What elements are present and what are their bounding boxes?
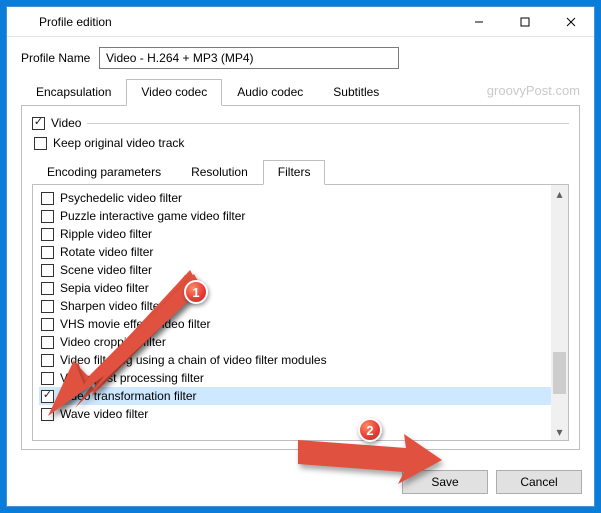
filter-checkbox[interactable]: [41, 210, 54, 223]
filter-checkbox[interactable]: [41, 192, 54, 205]
tab-subtitles[interactable]: Subtitles: [318, 79, 394, 106]
filter-checkbox[interactable]: [41, 354, 54, 367]
scrollbar[interactable]: ▴ ▾: [551, 185, 568, 440]
list-item[interactable]: Psychedelic video filter: [39, 189, 551, 207]
scroll-track[interactable]: [551, 202, 568, 423]
tab-video-codec[interactable]: Video codec: [126, 79, 222, 106]
cancel-button[interactable]: Cancel: [496, 470, 582, 494]
filter-checkbox[interactable]: [41, 228, 54, 241]
divider: [87, 123, 569, 124]
filter-label: Scene video filter: [60, 263, 152, 277]
filters-box: Psychedelic video filter Puzzle interact…: [32, 185, 569, 441]
content-area: Profile Name groovyPost.com Encapsulatio…: [7, 37, 594, 460]
keep-original-checkbox[interactable]: [34, 137, 47, 150]
list-item[interactable]: Video cropping filter: [39, 333, 551, 351]
window: Profile edition Profile Name groovyPost.…: [6, 6, 595, 507]
filter-label: Sepia video filter: [60, 281, 149, 295]
filters-list: Psychedelic video filter Puzzle interact…: [33, 185, 551, 440]
sub-tab-encoding[interactable]: Encoding parameters: [32, 160, 176, 185]
sub-tabs: Encoding parameters Resolution Filters: [32, 160, 569, 185]
keep-original-row: Keep original video track: [32, 136, 569, 150]
filter-checkbox[interactable]: [41, 372, 54, 385]
sub-tab-resolution[interactable]: Resolution: [176, 160, 263, 185]
video-codec-panel: Video Keep original video track Encoding…: [21, 106, 580, 450]
filter-label: Psychedelic video filter: [60, 191, 182, 205]
footer: Save Cancel: [7, 460, 594, 506]
filter-label: Puzzle interactive game video filter: [60, 209, 245, 223]
close-button[interactable]: [548, 7, 594, 37]
filter-label: Sharpen video filter: [60, 299, 163, 313]
filter-label: Wave video filter: [60, 407, 148, 421]
filter-checkbox[interactable]: [41, 390, 54, 403]
scroll-thumb[interactable]: [553, 352, 566, 394]
filter-checkbox[interactable]: [41, 300, 54, 313]
list-item[interactable]: Puzzle interactive game video filter: [39, 207, 551, 225]
vlc-cone-icon: [15, 14, 31, 30]
minimize-icon: [474, 17, 484, 27]
filter-checkbox[interactable]: [41, 336, 54, 349]
list-item[interactable]: Sepia video filter: [39, 279, 551, 297]
save-button[interactable]: Save: [402, 470, 488, 494]
list-item[interactable]: Sharpen video filter: [39, 297, 551, 315]
filter-checkbox[interactable]: [41, 318, 54, 331]
sub-tab-filters[interactable]: Filters: [263, 160, 326, 185]
filter-label: Video filtering using a chain of video f…: [60, 353, 327, 367]
video-label: Video: [51, 116, 81, 130]
window-controls: [456, 7, 594, 36]
list-item[interactable]: Rotate video filter: [39, 243, 551, 261]
list-item[interactable]: Video filtering using a chain of video f…: [39, 351, 551, 369]
filter-label: VHS movie effect video filter: [60, 317, 211, 331]
close-icon: [566, 17, 576, 27]
filter-label: Rotate video filter: [60, 245, 153, 259]
profile-name-row: Profile Name: [21, 47, 580, 69]
filter-checkbox[interactable]: [41, 408, 54, 421]
list-item[interactable]: Video post processing filter: [39, 369, 551, 387]
maximize-icon: [520, 17, 530, 27]
list-item[interactable]: Scene video filter: [39, 261, 551, 279]
profile-name-label: Profile Name: [21, 51, 99, 65]
filter-checkbox[interactable]: [41, 264, 54, 277]
main-tabs: Encapsulation Video codec Audio codec Su…: [21, 79, 580, 106]
video-checkbox[interactable]: [32, 117, 45, 130]
scroll-down-icon[interactable]: ▾: [551, 423, 568, 440]
titlebar: Profile edition: [7, 7, 594, 37]
list-item[interactable]: Wave video filter: [39, 405, 551, 423]
list-item[interactable]: Video transformation filter: [39, 387, 551, 405]
video-fieldset-row: Video: [32, 116, 569, 130]
filter-label: Video post processing filter: [60, 371, 204, 385]
minimize-button[interactable]: [456, 7, 502, 37]
list-item[interactable]: Ripple video filter: [39, 225, 551, 243]
tab-encapsulation[interactable]: Encapsulation: [21, 79, 126, 106]
maximize-button[interactable]: [502, 7, 548, 37]
filter-label: Video cropping filter: [60, 335, 166, 349]
filter-checkbox[interactable]: [41, 246, 54, 259]
filter-checkbox[interactable]: [41, 282, 54, 295]
list-item[interactable]: VHS movie effect video filter: [39, 315, 551, 333]
window-title: Profile edition: [39, 15, 456, 29]
profile-name-input[interactable]: [99, 47, 399, 69]
tab-audio-codec[interactable]: Audio codec: [222, 79, 318, 106]
filter-label: Video transformation filter: [60, 389, 197, 403]
scroll-up-icon[interactable]: ▴: [551, 185, 568, 202]
keep-original-label: Keep original video track: [53, 136, 184, 150]
filter-label: Ripple video filter: [60, 227, 152, 241]
